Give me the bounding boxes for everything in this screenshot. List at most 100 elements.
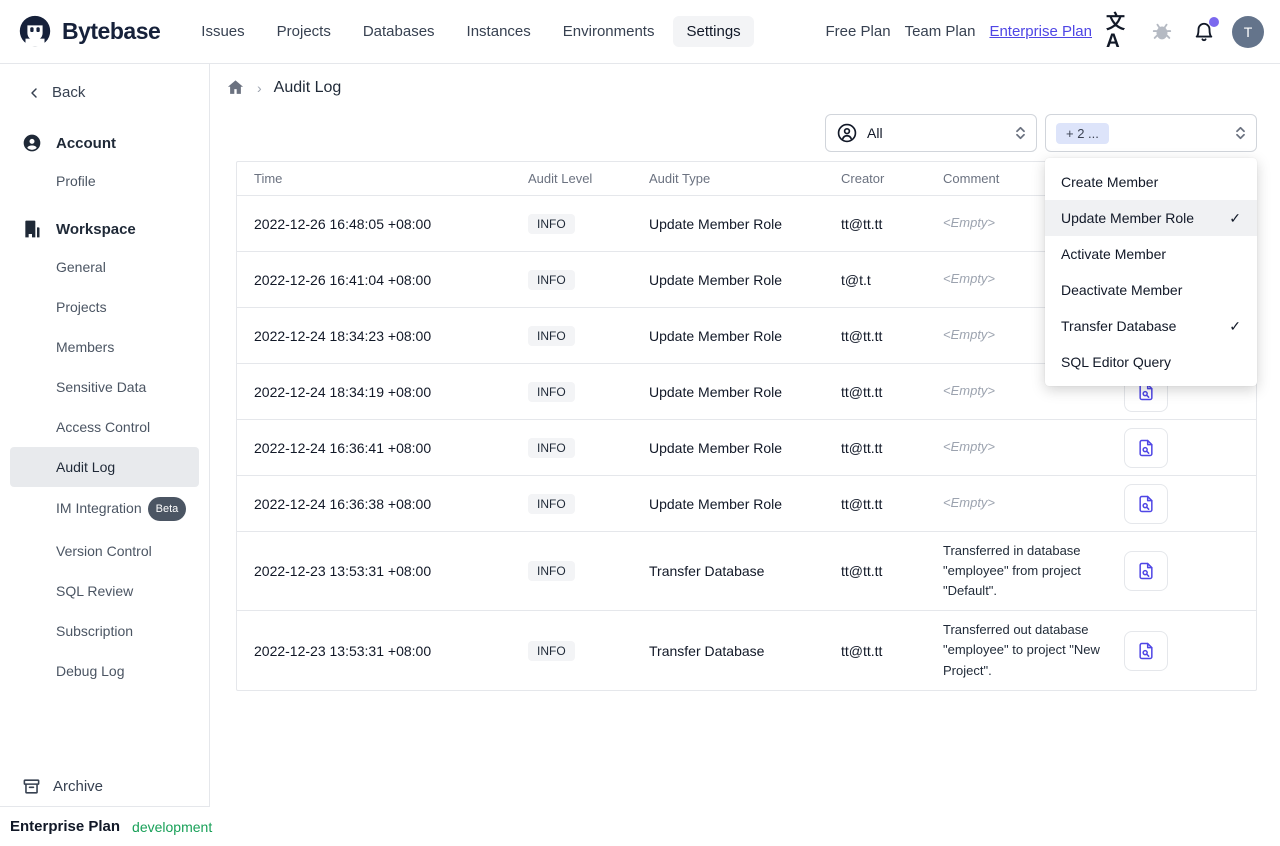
nav-databases[interactable]: Databases <box>350 16 448 47</box>
sidebar-item-sensitive-data[interactable]: Sensitive Data <box>10 367 199 407</box>
main-nav: Issues Projects Databases Instances Envi… <box>188 16 754 47</box>
file-search-icon <box>1139 495 1153 512</box>
menu-item-transfer-database[interactable]: Transfer Database ✓ <box>1045 308 1257 344</box>
nav-projects[interactable]: Projects <box>264 16 344 47</box>
row-comment: <Empty> <box>943 439 996 455</box>
menu-item-sql-editor-query[interactable]: SQL Editor Query <box>1045 344 1257 380</box>
table-row: 2022-12-24 16:36:41 +08:00 INFO Update M… <box>237 420 1256 476</box>
row-audit-type: Update Member Role <box>649 271 783 288</box>
menu-item-activate-member[interactable]: Activate Member <box>1045 236 1257 272</box>
menu-item-create-member[interactable]: Create Member <box>1045 164 1257 200</box>
archive-label: Archive <box>53 778 104 795</box>
home-icon[interactable] <box>226 78 245 97</box>
audit-level-badge: INFO <box>528 437 575 458</box>
row-creator: tt@tt.tt <box>841 642 883 659</box>
row-creator: tt@tt.tt <box>841 383 883 400</box>
table-row: 2022-12-23 13:53:31 +08:00 INFO Transfer… <box>237 532 1256 611</box>
sidebar-item-access-control[interactable]: Access Control <box>10 407 199 447</box>
dev-mode-label: development <box>132 818 213 835</box>
row-creator: tt@tt.tt <box>841 327 883 344</box>
sidebar-item-version-control[interactable]: Version Control <box>10 531 199 571</box>
back-button[interactable]: Back <box>0 64 209 115</box>
beta-badge: Beta <box>147 497 187 521</box>
breadcrumb: › Audit Log <box>210 64 1280 97</box>
row-time: 2022-12-24 18:34:19 +08:00 <box>254 383 432 400</box>
chevron-up-down-icon <box>1235 126 1246 140</box>
col-header-audit-level: Audit Level <box>528 171 593 186</box>
sidebar-item-general[interactable]: General <box>10 247 199 287</box>
row-time: 2022-12-26 16:48:05 +08:00 <box>254 215 432 232</box>
row-time: 2022-12-24 18:34:23 +08:00 <box>254 327 432 344</box>
nav-settings[interactable]: Settings <box>673 16 754 47</box>
menu-item-label: Deactivate Member <box>1061 282 1183 298</box>
bug-report-icon[interactable] <box>1148 18 1176 46</box>
row-audit-type: Transfer Database <box>649 642 765 659</box>
notifications-bell-icon[interactable] <box>1190 16 1219 46</box>
menu-item-deactivate-member[interactable]: Deactivate Member <box>1045 272 1257 308</box>
view-detail-button[interactable] <box>1124 483 1168 524</box>
row-time: 2022-12-26 16:41:04 +08:00 <box>254 271 432 288</box>
audit-type-filter-badge: + 2 ... <box>1056 122 1109 144</box>
row-audit-type: Update Member Role <box>649 215 783 232</box>
row-creator: tt@tt.tt <box>841 215 883 232</box>
nav-issues[interactable]: Issues <box>188 16 257 47</box>
sidebar-item-subscription[interactable]: Subscription <box>10 611 199 651</box>
creator-filter-value: All <box>867 125 883 141</box>
file-search-icon <box>1139 562 1153 580</box>
enterprise-plan-link[interactable]: Enterprise Plan <box>989 23 1092 40</box>
nav-instances[interactable]: Instances <box>454 16 544 47</box>
col-header-audit-type: Audit Type <box>649 171 711 186</box>
row-comment: Transferred out database "employee" to p… <box>943 622 1100 678</box>
sidebar-item-debug-log[interactable]: Debug Log <box>10 651 199 691</box>
view-detail-button[interactable] <box>1124 551 1168 591</box>
sidebar-item-projects[interactable]: Projects <box>10 287 199 327</box>
audit-level-badge: INFO <box>528 381 575 402</box>
check-icon: ✓ <box>1229 317 1241 334</box>
user-circle-outline-icon <box>837 123 857 143</box>
sidebar-item-audit-log[interactable]: Audit Log <box>10 447 199 487</box>
creator-filter-select[interactable]: All <box>825 114 1037 152</box>
account-section-header: Account <box>0 125 209 161</box>
audit-level-badge: INFO <box>528 493 575 514</box>
row-audit-type: Update Member Role <box>649 495 783 512</box>
bytebase-logo[interactable]: Bytebase <box>16 13 161 51</box>
breadcrumb-page-title: Audit Log <box>273 78 342 96</box>
row-comment: <Empty> <box>943 495 996 511</box>
file-search-icon <box>1139 439 1153 456</box>
breadcrumb-separator: › <box>257 79 262 96</box>
building-icon <box>25 220 40 238</box>
notification-dot <box>1209 16 1219 27</box>
plan-footer: Enterprise Plan development <box>0 806 213 846</box>
audit-level-badge: INFO <box>528 561 575 581</box>
col-header-creator: Creator <box>841 171 885 186</box>
row-audit-type: Update Member Role <box>649 439 783 456</box>
audit-level-badge: INFO <box>528 269 575 290</box>
row-time: 2022-12-24 16:36:41 +08:00 <box>254 439 432 456</box>
view-detail-button[interactable] <box>1124 427 1168 468</box>
user-avatar[interactable]: T <box>1232 15 1264 48</box>
nav-environments[interactable]: Environments <box>550 16 668 47</box>
view-detail-button[interactable] <box>1124 630 1168 671</box>
user-circle-icon <box>23 134 41 152</box>
row-audit-type: Update Member Role <box>649 327 783 344</box>
row-time: 2022-12-24 16:36:38 +08:00 <box>254 495 432 512</box>
archive-button[interactable]: Archive <box>0 767 209 806</box>
table-row: 2022-12-24 16:36:38 +08:00 INFO Update M… <box>237 476 1256 532</box>
sidebar-item-im-integration[interactable]: IM Integration Beta <box>10 487 199 531</box>
back-label: Back <box>52 84 86 101</box>
audit-level-badge: INFO <box>528 213 575 234</box>
audit-type-filter-select[interactable]: + 2 ... <box>1045 114 1257 152</box>
workspace-section-header: Workspace <box>0 211 209 247</box>
archive-icon <box>23 779 40 794</box>
sidebar-item-members[interactable]: Members <box>10 327 199 367</box>
audit-level-badge: INFO <box>528 325 575 346</box>
sidebar-item-sql-review[interactable]: SQL Review <box>10 571 199 611</box>
translate-icon[interactable]: 文A <box>1106 13 1134 51</box>
menu-item-update-member-role[interactable]: Update Member Role ✓ <box>1045 200 1257 236</box>
chevron-left-icon <box>31 87 37 98</box>
account-section-title: Account <box>56 134 116 152</box>
sidebar-item-profile[interactable]: Profile <box>10 161 199 201</box>
menu-item-label: Create Member <box>1061 174 1159 190</box>
menu-item-label: SQL Editor Query <box>1061 354 1171 370</box>
audit-level-badge: INFO <box>528 640 575 661</box>
